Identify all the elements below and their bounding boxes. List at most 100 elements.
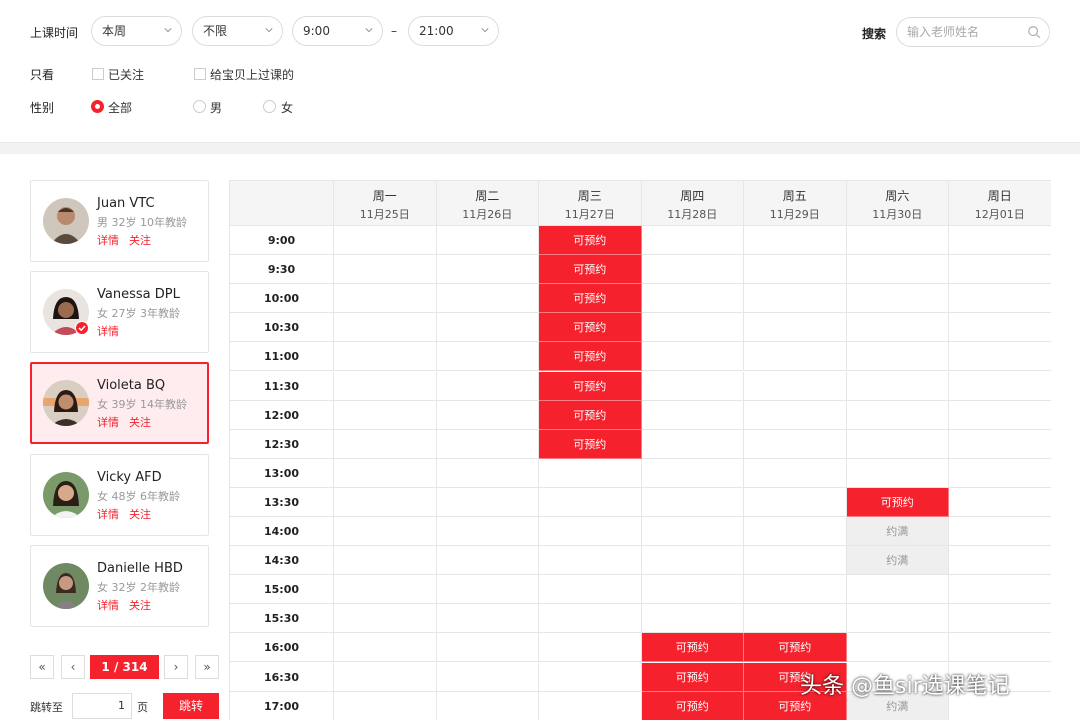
week-select[interactable]: 本周	[91, 16, 182, 46]
day-header: 周一 11月25日	[334, 180, 437, 226]
slot-available[interactable]: 可预约	[539, 400, 642, 430]
detail-link[interactable]: 详情	[97, 599, 119, 612]
slot-empty	[334, 371, 437, 401]
gender-all-radio[interactable]	[91, 100, 104, 113]
teacher-meta: 女 48岁 6年教龄	[97, 490, 180, 503]
slot-empty	[539, 575, 642, 605]
slot-empty	[436, 575, 539, 605]
search-input[interactable]: 输入老师姓名	[896, 17, 1050, 47]
detail-link[interactable]: 详情	[97, 325, 119, 338]
slot-available[interactable]: 可预约	[641, 633, 744, 663]
teacher-card[interactable]: Vicky AFD 女 48岁 6年教龄 详情 关注	[30, 454, 209, 536]
filter-panel: 上课时间 本周 不限 9:00 – 21:00 搜索 输入老师姓名 只看 已关注…	[0, 0, 1080, 142]
prev-page-button[interactable]: ‹	[61, 655, 85, 679]
slot-empty	[539, 633, 642, 663]
chevron-down-icon	[164, 28, 172, 33]
slot-empty	[846, 371, 949, 401]
section-divider	[0, 142, 1080, 154]
gender-male-radio[interactable]	[193, 100, 206, 113]
slot-empty	[641, 429, 744, 459]
slot-available[interactable]: 可预约	[641, 662, 744, 692]
teacher-card[interactable]: Vanessa DPL 女 27岁 3年教龄 详情	[30, 271, 209, 353]
teacher-name: Vanessa DPL	[97, 287, 180, 302]
day-name: 周一	[372, 189, 397, 203]
follow-link[interactable]: 关注	[129, 234, 151, 247]
follow-link[interactable]: 关注	[129, 508, 151, 521]
detail-link[interactable]: 详情	[97, 416, 119, 429]
start-time-select[interactable]: 9:00	[292, 16, 383, 46]
teacher-card[interactable]: Juan VTC 男 32岁 10年教龄 详情 关注	[30, 180, 209, 262]
jump-page-input[interactable]: 1	[72, 693, 132, 719]
slot-empty	[334, 546, 437, 576]
time-label: 14:00	[230, 517, 334, 547]
slot-empty	[436, 517, 539, 547]
taught-checkbox[interactable]	[194, 68, 206, 80]
detail-link[interactable]: 详情	[97, 234, 119, 247]
follow-link[interactable]: 关注	[129, 416, 151, 429]
slot-empty	[334, 458, 437, 488]
taught-label: 给宝贝上过课的	[210, 68, 295, 82]
slot-empty	[436, 458, 539, 488]
slot-empty	[949, 284, 1051, 314]
slot-available[interactable]: 可预约	[539, 255, 642, 285]
slot-empty	[846, 313, 949, 343]
range-select[interactable]: 不限	[192, 16, 283, 46]
start-time-value: 9:00	[303, 24, 330, 38]
day-date: 11月30日	[872, 208, 923, 221]
follow-link[interactable]: 关注	[129, 599, 151, 612]
end-time-select[interactable]: 21:00	[408, 16, 499, 46]
slot-available[interactable]: 可预约	[641, 691, 744, 720]
last-page-button[interactable]: »	[195, 655, 219, 679]
next-page-button[interactable]: ›	[164, 655, 188, 679]
teacher-card[interactable]: Danielle HBD 女 32岁 2年教龄 详情 关注	[30, 545, 209, 627]
slot-available[interactable]: 可预约	[539, 226, 642, 256]
slot-empty	[436, 604, 539, 634]
slot-empty	[334, 633, 437, 663]
slot-empty	[334, 429, 437, 459]
day-header: 周六 11月30日	[846, 180, 949, 226]
teacher-card-selected[interactable]: Violeta BQ 女 39岁 14年教龄 详情 关注	[30, 362, 209, 444]
week-select-value: 本周	[102, 24, 127, 38]
slot-empty	[436, 371, 539, 401]
day-date: 12月01日	[974, 208, 1025, 221]
slot-empty	[641, 517, 744, 547]
detail-link[interactable]: 详情	[97, 508, 119, 521]
slot-empty	[949, 517, 1051, 547]
search-icon[interactable]	[1027, 25, 1041, 39]
slot-empty	[744, 255, 847, 285]
chevron-down-icon	[481, 28, 489, 33]
gender-female-radio[interactable]	[263, 100, 276, 113]
followed-checkbox[interactable]	[92, 68, 104, 80]
slot-empty	[949, 604, 1051, 634]
slot-available[interactable]: 可预约	[539, 313, 642, 343]
slot-available[interactable]: 可预约	[539, 284, 642, 314]
jump-button[interactable]: 跳转	[163, 693, 219, 719]
day-name: 周三	[577, 189, 602, 203]
time-label: 13:00	[230, 458, 334, 488]
first-page-button[interactable]: «	[30, 655, 54, 679]
grid-corner-header	[230, 180, 334, 226]
gender-all-label: 全部	[108, 101, 133, 115]
slot-empty	[949, 575, 1051, 605]
slot-empty	[641, 284, 744, 314]
time-label: 9:00	[230, 226, 334, 256]
slot-empty	[846, 284, 949, 314]
teacher-meta: 女 27岁 3年教龄	[97, 307, 180, 320]
slot-empty	[744, 546, 847, 576]
slot-empty	[949, 633, 1051, 663]
slot-empty	[744, 226, 847, 256]
slot-empty	[641, 313, 744, 343]
slot-full: 约满	[846, 546, 949, 576]
slot-empty	[334, 400, 437, 430]
slot-empty	[641, 226, 744, 256]
followed-check-icon	[75, 321, 89, 335]
slot-available[interactable]: 可预约	[846, 487, 949, 517]
slot-empty	[744, 400, 847, 430]
time-label: 16:30	[230, 662, 334, 692]
slot-available[interactable]: 可预约	[539, 429, 642, 459]
slot-available[interactable]: 可预约	[744, 633, 847, 663]
slot-available[interactable]: 可预约	[539, 342, 642, 372]
slot-empty	[641, 487, 744, 517]
slot-available[interactable]: 可预约	[539, 371, 642, 401]
slot-empty	[744, 342, 847, 372]
